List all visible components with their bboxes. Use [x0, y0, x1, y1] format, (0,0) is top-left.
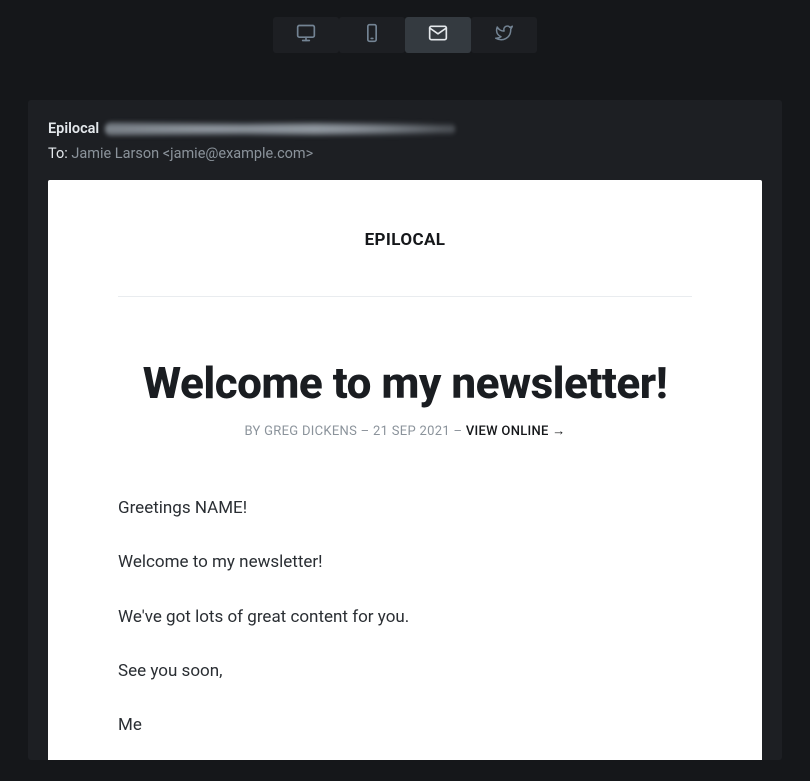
email-to-value: Jamie Larson <jamie@example.com> [71, 145, 313, 162]
byline-prefix: BY [244, 424, 264, 439]
preview-stage: Epilocal To: Jamie Larson <jamie@example… [0, 70, 810, 760]
byline-date: 21 SEP 2021 [373, 424, 450, 439]
view-online-link[interactable]: VIEW ONLINE → [466, 424, 566, 439]
tab-desktop[interactable] [273, 17, 339, 53]
email-envelope-headers: Epilocal To: Jamie Larson <jamie@example… [48, 120, 762, 180]
post-title: Welcome to my newsletter! [118, 357, 692, 409]
email-from-address-redacted [105, 122, 455, 136]
email-preview-card: Epilocal To: Jamie Larson <jamie@example… [28, 100, 782, 760]
content-p1: Greetings NAME! [118, 495, 692, 521]
byline-sep1: – [357, 424, 373, 439]
byline-author: GREG DICKENS [264, 424, 357, 439]
mail-icon [428, 23, 448, 47]
twitter-icon [495, 24, 513, 46]
content-p4: See you soon, [118, 658, 692, 684]
email-from-name: Epilocal [48, 120, 99, 137]
email-to-line: To: Jamie Larson <jamie@example.com> [48, 145, 762, 162]
tab-email[interactable] [405, 17, 471, 53]
email-to-label: To: [48, 145, 68, 162]
content-p5: Me [118, 712, 692, 738]
content-p3: We've got lots of great content for you. [118, 604, 692, 630]
post-byline: BY GREG DICKENS – 21 SEP 2021 – VIEW ONL… [118, 423, 692, 439]
tab-twitter[interactable] [471, 17, 537, 53]
content-p2: Welcome to my newsletter! [118, 549, 692, 575]
email-body: EPILOCAL Welcome to my newsletter! BY GR… [48, 180, 762, 760]
email-from-line: Epilocal [48, 120, 762, 137]
preview-tab-group [273, 17, 537, 53]
email-content: Greetings NAME! Welcome to my newsletter… [118, 495, 692, 760]
smartphone-icon [362, 23, 382, 47]
brand-header: EPILOCAL [118, 230, 692, 297]
monitor-icon [296, 23, 316, 47]
byline-sep2: – [450, 424, 466, 439]
preview-tab-bar [0, 0, 810, 70]
tab-mobile[interactable] [339, 17, 405, 53]
